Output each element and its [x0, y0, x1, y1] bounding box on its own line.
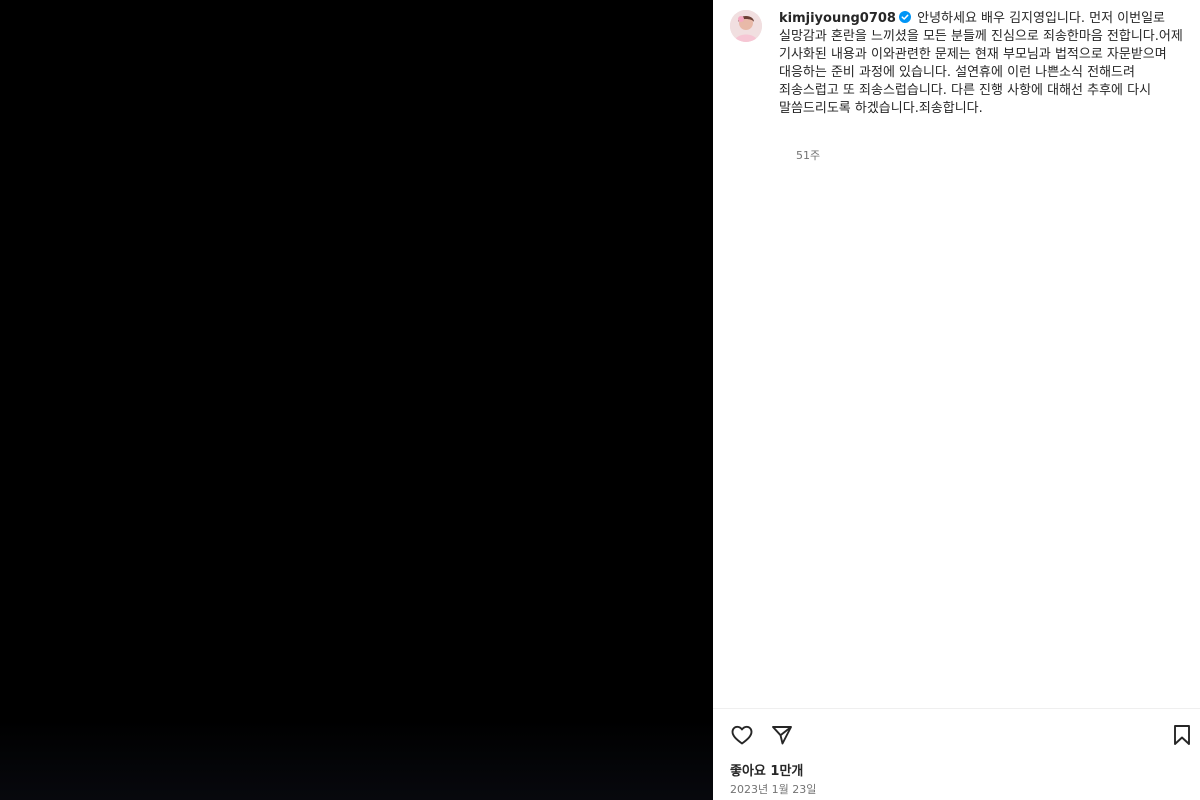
- actions-divider: [713, 708, 1200, 709]
- post-details-panel: kimjiyoung0708 안녕하세요 배우 김지영입니다. 먼저 이번일로 …: [713, 0, 1200, 800]
- share-button[interactable]: [768, 721, 796, 749]
- caption-text: kimjiyoung0708 안녕하세요 배우 김지영입니다. 먼저 이번일로 …: [779, 10, 1187, 118]
- verified-badge-icon: [898, 11, 911, 23]
- post-date[interactable]: 2023년 1월 23일: [730, 781, 816, 797]
- action-bar: [728, 721, 1190, 749]
- avatar-image: [730, 10, 762, 42]
- post-time-ago[interactable]: 51주: [796, 147, 820, 163]
- username-link[interactable]: kimjiyoung0708: [779, 11, 896, 26]
- caption-body: 안녕하세요 배우 김지영입니다. 먼저 이번일로 실망감과 혼란을 느끼셨을 모…: [779, 11, 1183, 116]
- save-button[interactable]: [1168, 721, 1196, 749]
- media-shadow: [0, 720, 713, 800]
- like-button[interactable]: [728, 721, 756, 749]
- profile-avatar[interactable]: [730, 10, 762, 42]
- bookmark-outline-icon: [1174, 725, 1190, 745]
- post-media-viewer[interactable]: [0, 0, 713, 800]
- paper-plane-icon: [772, 726, 792, 745]
- likes-count[interactable]: 좋아요 1만개: [730, 760, 803, 779]
- heart-outline-icon: [731, 725, 753, 745]
